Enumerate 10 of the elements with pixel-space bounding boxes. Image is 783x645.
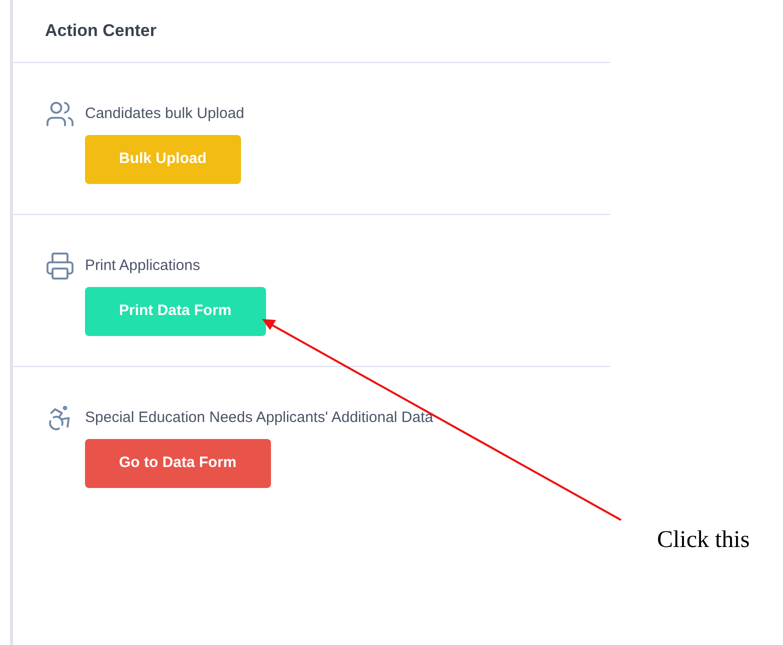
printer-icon xyxy=(45,251,75,281)
people-icon xyxy=(45,99,75,129)
panel-title: Action Center xyxy=(45,20,156,42)
action-button[interactable]: Go to Data Form xyxy=(85,439,271,488)
section-label: Print Applications xyxy=(85,256,200,276)
action-button[interactable]: Bulk Upload xyxy=(85,135,241,184)
action-button[interactable]: Print Data Form xyxy=(85,287,266,336)
section-label: Candidates bulk Upload xyxy=(85,104,244,124)
section-label: Special Education Needs Applicants' Additional Data xyxy=(85,408,434,428)
annotation-text: Click this xyxy=(657,526,750,555)
